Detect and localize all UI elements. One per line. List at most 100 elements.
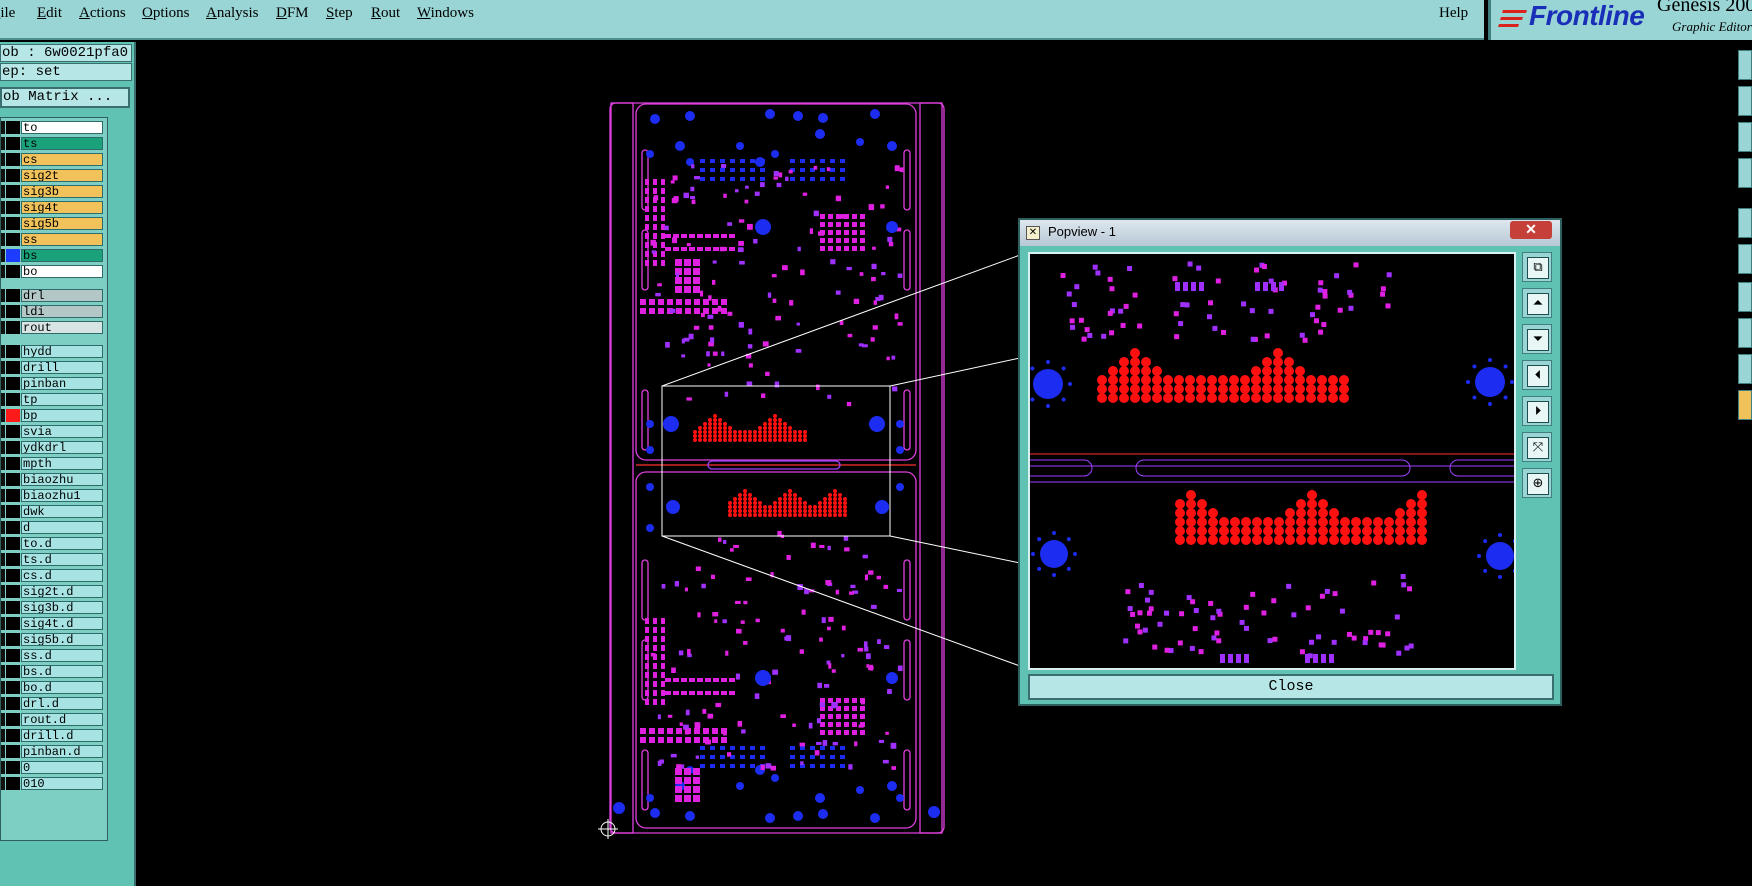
pad bbox=[753, 238, 758, 244]
pad bbox=[833, 493, 837, 497]
pad bbox=[836, 230, 841, 235]
pad bbox=[828, 497, 832, 501]
pad bbox=[830, 755, 835, 759]
pad bbox=[798, 501, 802, 505]
pad bbox=[809, 228, 814, 234]
popview-canvas[interactable] bbox=[1028, 252, 1516, 670]
tool-button[interactable] bbox=[1738, 390, 1752, 420]
pad bbox=[1118, 308, 1124, 314]
pad bbox=[700, 290, 704, 297]
pad bbox=[673, 247, 679, 251]
pad bbox=[672, 175, 678, 181]
close-icon[interactable]: ✕ bbox=[1510, 221, 1552, 239]
zoom-reset-icon[interactable]: ⧉ bbox=[1522, 252, 1552, 282]
pad bbox=[672, 237, 678, 244]
tool-button[interactable] bbox=[1738, 244, 1752, 274]
pad bbox=[772, 298, 777, 303]
pad bbox=[738, 501, 742, 505]
pad bbox=[753, 501, 757, 505]
tool-button[interactable] bbox=[1738, 50, 1752, 80]
pad bbox=[713, 434, 717, 438]
pad bbox=[738, 513, 742, 517]
tool-button[interactable] bbox=[1738, 158, 1752, 188]
pad bbox=[719, 246, 725, 252]
pad bbox=[833, 497, 837, 501]
pan-left-icon[interactable]: ⏴ bbox=[1522, 360, 1552, 390]
pad bbox=[858, 724, 864, 728]
pad bbox=[773, 422, 777, 426]
pad bbox=[1030, 366, 1035, 371]
pad bbox=[738, 219, 745, 223]
pad bbox=[1295, 366, 1305, 376]
pad bbox=[1305, 605, 1311, 611]
pad bbox=[1362, 640, 1368, 646]
pad bbox=[1250, 591, 1256, 597]
pad bbox=[1395, 517, 1405, 527]
pad bbox=[1498, 533, 1502, 537]
pad bbox=[693, 786, 700, 793]
pad bbox=[718, 434, 722, 438]
pad bbox=[741, 729, 746, 734]
pan-down-icon[interactable]: ⏷ bbox=[1522, 324, 1552, 354]
pan-up-icon[interactable]: ⏶ bbox=[1522, 288, 1552, 318]
pad bbox=[1329, 508, 1339, 518]
pad bbox=[891, 355, 896, 360]
pad bbox=[800, 761, 804, 766]
pad bbox=[1236, 654, 1241, 663]
pad bbox=[669, 308, 676, 313]
pad bbox=[722, 619, 727, 624]
tool-button[interactable] bbox=[1738, 122, 1752, 152]
pad bbox=[750, 746, 755, 750]
pad bbox=[689, 691, 695, 695]
side-rail bbox=[610, 102, 634, 834]
pad bbox=[1109, 286, 1115, 292]
zoom-fit-icon[interactable]: ⤧ bbox=[1522, 432, 1552, 462]
pad bbox=[1228, 654, 1233, 663]
popview-titlebar[interactable]: ✕ Popview - 1 ✕ bbox=[1020, 220, 1560, 246]
pad bbox=[790, 746, 795, 750]
close-button[interactable]: Close bbox=[1028, 674, 1554, 700]
pad bbox=[1510, 380, 1514, 384]
tool-button[interactable] bbox=[1738, 86, 1752, 116]
pad bbox=[1175, 535, 1185, 545]
pad bbox=[740, 620, 745, 624]
pad bbox=[1318, 526, 1328, 536]
pad bbox=[676, 737, 682, 743]
pad bbox=[1173, 311, 1179, 317]
pad bbox=[700, 312, 705, 318]
break-tab bbox=[1135, 459, 1411, 477]
pan-right-icon[interactable]: ⏵ bbox=[1522, 396, 1552, 426]
pad bbox=[748, 438, 752, 442]
pad bbox=[1268, 308, 1274, 314]
pad bbox=[820, 238, 825, 243]
zoom-in-icon[interactable]: ⊕ bbox=[1522, 468, 1552, 498]
pad bbox=[758, 426, 762, 430]
pad bbox=[740, 168, 745, 172]
pad bbox=[765, 371, 770, 377]
pad bbox=[856, 786, 864, 794]
pad bbox=[748, 363, 753, 368]
pad bbox=[676, 728, 682, 734]
pad bbox=[1061, 397, 1066, 402]
pad bbox=[733, 544, 739, 548]
pad bbox=[1339, 608, 1345, 614]
pad bbox=[653, 690, 657, 696]
pad bbox=[885, 731, 889, 735]
tool-button[interactable] bbox=[1738, 354, 1752, 384]
pad bbox=[728, 438, 732, 442]
pad bbox=[882, 759, 889, 764]
pad bbox=[673, 678, 679, 682]
pad bbox=[713, 430, 717, 434]
pad bbox=[1340, 535, 1350, 545]
pad bbox=[1407, 586, 1413, 592]
tool-button[interactable] bbox=[1738, 318, 1752, 348]
pad bbox=[1339, 375, 1349, 385]
tool-button[interactable] bbox=[1738, 208, 1752, 238]
tool-button[interactable] bbox=[1738, 282, 1752, 312]
pad bbox=[1219, 526, 1229, 536]
pad bbox=[1351, 635, 1357, 641]
pad bbox=[1384, 526, 1394, 536]
pad bbox=[868, 570, 874, 575]
pad bbox=[1095, 270, 1101, 276]
pad bbox=[828, 230, 833, 235]
